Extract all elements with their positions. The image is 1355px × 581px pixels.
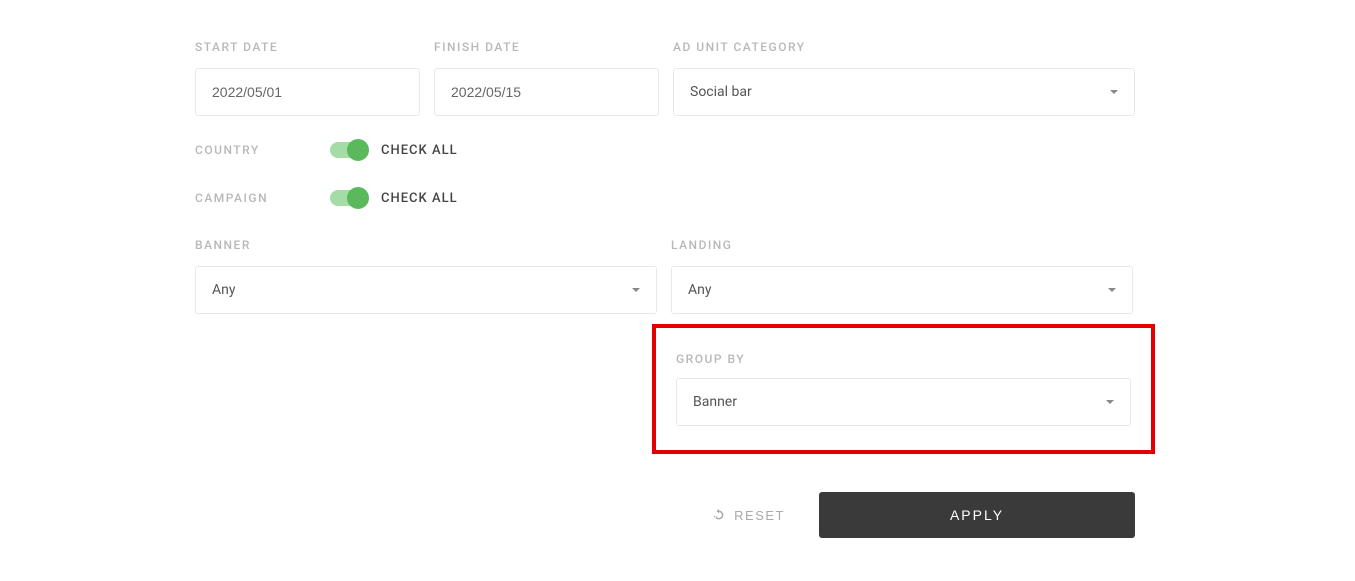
campaign-toggle[interactable] xyxy=(330,190,367,206)
country-label: COUNTRY xyxy=(195,143,270,157)
campaign-check-all-label: CHECK ALL xyxy=(381,191,458,206)
landing-value: Any xyxy=(688,282,712,298)
chevron-down-icon xyxy=(632,288,640,292)
country-check-all-label: CHECK ALL xyxy=(381,143,458,158)
ad-unit-category-value: Social bar xyxy=(690,84,752,100)
group-by-highlight: GROUP BY Banner xyxy=(652,324,1155,454)
chevron-down-icon xyxy=(1106,400,1114,404)
landing-select[interactable]: Any xyxy=(671,266,1133,314)
reset-button[interactable]: RESET xyxy=(712,508,785,523)
banner-select[interactable]: Any xyxy=(195,266,657,314)
ad-unit-category-label: AD UNIT CATEGORY xyxy=(673,40,1135,54)
campaign-label: CAMPAIGN xyxy=(195,191,270,205)
country-toggle[interactable] xyxy=(330,142,367,158)
chevron-down-icon xyxy=(1108,288,1116,292)
apply-button-label: APPLY xyxy=(950,507,1004,523)
chevron-down-icon xyxy=(1110,90,1118,94)
group-by-value: Banner xyxy=(693,394,737,410)
reset-button-label: RESET xyxy=(734,508,785,523)
finish-date-input[interactable] xyxy=(434,68,659,116)
group-by-select[interactable]: Banner xyxy=(676,378,1131,426)
landing-label: LANDING xyxy=(671,238,1133,252)
finish-date-label: FINISH DATE xyxy=(434,40,659,54)
apply-button[interactable]: APPLY xyxy=(819,492,1135,538)
start-date-label: START DATE xyxy=(195,40,420,54)
reset-icon xyxy=(712,508,726,522)
ad-unit-category-select[interactable]: Social bar xyxy=(673,68,1135,116)
start-date-input[interactable] xyxy=(195,68,420,116)
banner-value: Any xyxy=(212,282,236,298)
banner-label: BANNER xyxy=(195,238,657,252)
group-by-label: GROUP BY xyxy=(676,352,1131,366)
